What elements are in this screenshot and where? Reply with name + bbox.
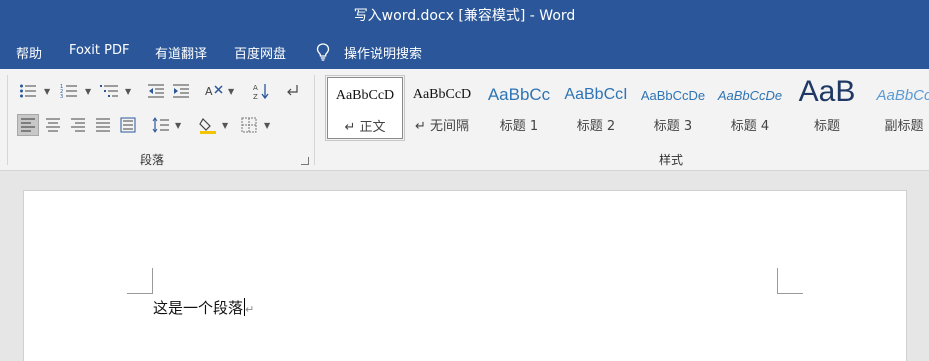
chinese-layout-button[interactable]: A — [203, 80, 225, 102]
document-page[interactable]: 这是一个段落 ↵ — [23, 190, 907, 361]
multilevel-list-button[interactable] — [98, 80, 120, 102]
paragraph-group-label: 段落 — [140, 153, 165, 167]
chevron-down-icon[interactable]: ▼ — [264, 121, 270, 130]
style-name: 标题 3 — [653, 119, 693, 134]
align-center-button[interactable] — [42, 114, 64, 136]
increase-indent-icon — [173, 84, 189, 98]
margin-corner-mark — [127, 268, 153, 294]
borders-icon — [241, 117, 257, 133]
style-sample: AaB — [798, 75, 856, 108]
borders-button[interactable] — [238, 114, 260, 136]
paragraph-mark: ↵ — [245, 303, 255, 316]
styles-group-label: 样式 — [659, 153, 684, 167]
style-sample: AaBbCcD — [335, 88, 395, 103]
document-paragraph[interactable]: 这是一个段落 ↵ — [153, 297, 254, 318]
chevron-down-icon[interactable]: ▼ — [85, 87, 91, 96]
align-right-button[interactable] — [67, 114, 89, 136]
style-sample: AaBbCcDe — [717, 88, 783, 103]
increase-indent-button[interactable] — [170, 80, 192, 102]
tab-youdao-translate[interactable]: 有道翻译 — [155, 43, 207, 62]
align-left-icon — [21, 118, 35, 132]
style-no-spacing[interactable]: AaBbCcD ↵ 无间隔 — [404, 77, 480, 139]
justify-icon — [96, 118, 110, 132]
svg-text:A: A — [205, 85, 213, 98]
window-title: 写入word.docx [兼容模式] - Word — [353, 8, 576, 24]
distributed-icon — [120, 117, 136, 133]
lightbulb-icon[interactable] — [316, 43, 330, 61]
style-name: 标题 4 — [730, 119, 770, 134]
svg-text:Z: Z — [253, 93, 258, 100]
style-heading-3[interactable]: AaBbCcDe 标题 3 — [635, 77, 711, 139]
chevron-down-icon[interactable]: ▼ — [44, 87, 50, 96]
distributed-button[interactable] — [117, 114, 139, 136]
tab-foxit-pdf[interactable]: Foxit PDF — [69, 43, 129, 58]
style-heading-2[interactable]: AaBbCcI 标题 2 — [558, 77, 634, 139]
style-name: 副标题 — [884, 119, 924, 134]
style-name: 标题 — [813, 119, 840, 134]
style-title[interactable]: AaB 标题 — [789, 75, 865, 139]
style-heading-4[interactable]: AaBbCcDe 标题 4 — [712, 77, 788, 139]
tab-baidu-netdisk[interactable]: 百度网盘 — [234, 43, 286, 62]
style-heading-1[interactable]: AaBbCc 标题 1 — [481, 77, 557, 139]
title-bar: 写入word.docx [兼容模式] - Word — [0, 0, 929, 34]
multilevel-list-icon — [100, 85, 118, 97]
line-spacing-icon — [152, 117, 169, 133]
numbered-list-icon: 1 2 3 — [60, 84, 77, 99]
ribbon-tab-bar: 帮助 Foxit PDF 有道翻译 百度网盘 操作说明搜索 — [0, 34, 929, 69]
svg-text:3: 3 — [60, 94, 63, 99]
chevron-down-icon[interactable]: ▼ — [228, 87, 234, 96]
chevron-down-icon[interactable]: ▼ — [125, 87, 131, 96]
group-separator — [314, 75, 315, 165]
bullets-button[interactable] — [17, 80, 39, 102]
chevron-down-icon[interactable]: ▼ — [175, 121, 181, 130]
show-paragraph-marks-button[interactable] — [282, 80, 304, 102]
paragraph-text: 这是一个段落 — [153, 299, 244, 317]
style-name: 标题 1 — [499, 119, 539, 134]
decrease-indent-icon — [148, 84, 164, 98]
align-center-icon — [46, 118, 60, 132]
bullet-list-icon — [20, 84, 36, 98]
shading-button[interactable] — [197, 114, 219, 136]
style-name: ↵ 正文 — [344, 120, 386, 135]
style-name: 标题 2 — [576, 119, 616, 134]
style-sample: AaBbCc — [876, 87, 929, 104]
sort-button[interactable]: A Z — [250, 80, 272, 102]
justify-button[interactable] — [92, 114, 114, 136]
chevron-down-icon[interactable]: ▼ — [222, 121, 228, 130]
style-sample: AaBbCcDe — [640, 88, 706, 103]
paragraph-mark-icon — [287, 85, 298, 96]
chinese-layout-icon: A — [205, 85, 223, 98]
margin-corner-mark — [777, 268, 803, 294]
dialog-launcher-icon[interactable] — [301, 157, 309, 165]
align-left-button[interactable] — [17, 114, 39, 136]
tab-help[interactable]: 帮助 — [16, 43, 42, 62]
style-normal[interactable]: AaBbCcD ↵ 正文 — [325, 75, 405, 141]
style-subtitle[interactable]: AaBbCc 副标题 — [866, 77, 929, 139]
tell-me-search[interactable]: 操作说明搜索 — [344, 43, 422, 62]
decrease-indent-button[interactable] — [145, 80, 167, 102]
line-spacing-button[interactable] — [150, 114, 172, 136]
style-sample: AaBbCc — [487, 85, 551, 104]
style-sample: AaBbCcI — [564, 86, 628, 103]
group-separator — [7, 75, 8, 165]
align-right-icon — [71, 118, 85, 132]
sort-icon: A Z — [253, 84, 269, 100]
style-name: ↵ 无间隔 — [414, 119, 470, 134]
ribbon: ▼ 1 2 3 ▼ ▼ A ▼ A Z ▼ ▼ ▼ 段落 AaBbCcD ↵ 正… — [0, 69, 929, 171]
paint-bucket-icon — [199, 118, 216, 134]
document-area: 这是一个段落 ↵ — [0, 172, 929, 361]
style-sample: AaBbCcD — [412, 87, 472, 102]
numbering-button[interactable]: 1 2 3 — [58, 80, 80, 102]
svg-text:A: A — [253, 84, 258, 92]
